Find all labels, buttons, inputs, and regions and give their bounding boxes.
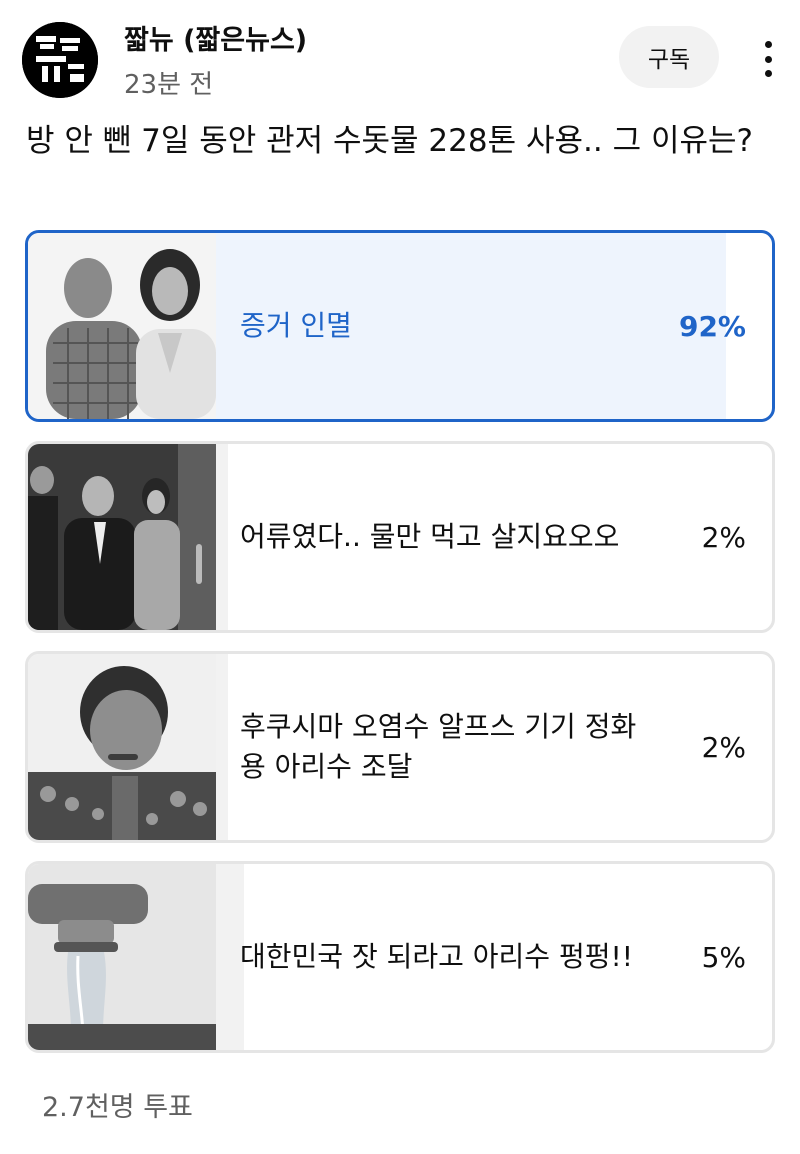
channel-avatar[interactable] xyxy=(22,22,98,98)
poll-question: 방 안 뺀 7일 동안 관저 수돗물 228톤 사용.. 그 이유는? xyxy=(26,123,753,159)
poll-option-label: 후쿠시마 오염수 알프스 기기 정화용 아리수 조달 xyxy=(240,710,637,783)
more-options-icon[interactable] xyxy=(748,36,788,82)
poll-option-percent: 2% xyxy=(701,520,746,554)
more-dot xyxy=(764,70,772,77)
group-walking-photo-icon xyxy=(28,444,216,630)
poll-option[interactable]: 후쿠시마 오염수 알프스 기기 정화용 아리수 조달 2% xyxy=(25,651,775,843)
more-dot xyxy=(764,41,772,48)
post-timestamp: 23분 전 xyxy=(124,70,214,100)
poll-option-label: 어류였다.. 물만 먹고 살지요오오 xyxy=(240,520,620,553)
vote-share-bar xyxy=(216,654,228,840)
water-faucet-photo-icon xyxy=(28,864,216,1050)
poll-option-percent: 92% xyxy=(678,309,746,343)
poll-option-percent: 2% xyxy=(701,730,746,764)
couple-photo-icon xyxy=(28,233,216,419)
uniform-portrait-photo-icon xyxy=(28,654,216,840)
poll-option[interactable]: 증거 인멸 92% xyxy=(25,230,775,422)
channel-name[interactable]: 짧뉴 (짧은뉴스) xyxy=(124,18,307,57)
vote-count: 2.7천명 투표 xyxy=(42,1092,193,1123)
poll-option-percent: 5% xyxy=(701,940,746,974)
subscribe-button[interactable]: 구독 xyxy=(619,26,719,88)
channel-logo-icon xyxy=(22,22,98,98)
poll-option-label: 대한민국 잣 되라고 아리수 펑펑!! xyxy=(240,940,633,973)
poll-option[interactable]: 어류였다.. 물만 먹고 살지요오오 2% xyxy=(25,441,775,633)
more-dot xyxy=(764,55,772,63)
poll-option[interactable]: 대한민국 잣 되라고 아리수 펑펑!! 5% xyxy=(25,861,775,1053)
vote-share-bar xyxy=(216,444,228,630)
poll-option-label: 증거 인멸 xyxy=(240,309,352,342)
post-header: 짧뉴 (짧은뉴스) 23분 전 구독 xyxy=(0,0,800,110)
